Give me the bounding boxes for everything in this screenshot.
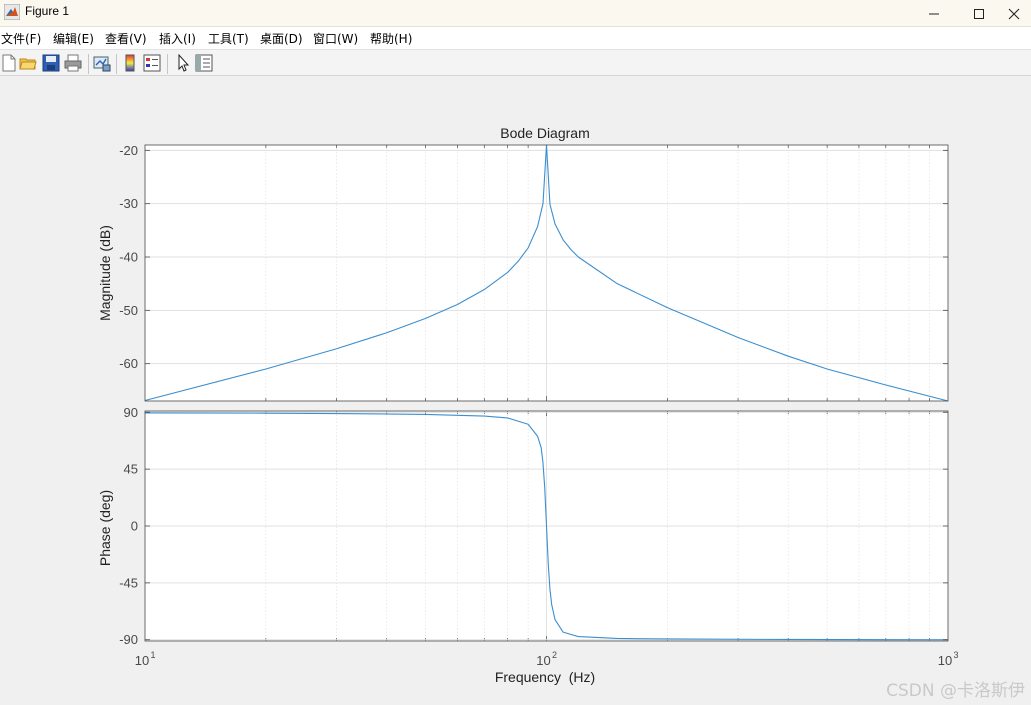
minimize-icon — [929, 13, 939, 14]
toolbar-separator — [167, 54, 168, 74]
open-file-icon[interactable] — [19, 54, 37, 72]
frequency-x-tick-exponent: 3 — [953, 650, 958, 660]
frequency-x-tick-exponent: 2 — [552, 650, 557, 660]
phase-ylabel: Phase (deg) — [97, 490, 113, 566]
close-button[interactable] — [991, 0, 1031, 27]
title-bar: Figure 1 — [0, 0, 1031, 27]
link-plot-icon[interactable] — [93, 54, 111, 72]
magnitude-axes: -20 -30 -40 -50 -60 Magnitude (dB) — [97, 143, 949, 402]
magnitude-y-tick-label: -30 — [119, 196, 138, 211]
insert-colorbar-icon[interactable] — [121, 54, 139, 72]
menu-edit[interactable]: 编辑(E) — [53, 30, 94, 47]
frequency-x-tick-label: 10 — [938, 653, 952, 668]
magnitude-y-tick-label: -60 — [119, 356, 138, 371]
minimize-button[interactable] — [911, 0, 957, 27]
menu-bar: 文件(F) 编辑(E) 查看(V) 插入(I) 工具(T) 桌面(D) 窗口(W… — [0, 27, 1031, 49]
magnitude-y-tick-label: -40 — [119, 250, 138, 265]
magnitude-y-tick-label: -20 — [119, 143, 138, 158]
frequency-x-tick-label: 10 — [135, 653, 149, 668]
property-inspector-icon[interactable] — [195, 54, 213, 72]
toolbar-separator — [116, 54, 117, 74]
frequency-x-tick-label: 10 — [536, 653, 550, 668]
save-icon[interactable] — [42, 54, 60, 72]
phase-y-tick-label: 90 — [124, 405, 138, 420]
edit-plot-pointer-icon[interactable] — [174, 54, 192, 72]
menu-view[interactable]: 查看(V) — [105, 30, 147, 47]
phase-y-tick-label: -45 — [119, 575, 138, 590]
menu-help[interactable]: 帮助(H) — [370, 30, 412, 47]
phase-y-tick-label: 0 — [131, 519, 138, 534]
maximize-icon — [974, 8, 984, 19]
phase-axes: 90450-45-90 10 1 10 2 10 3 Phase (deg) Freque… — [97, 405, 959, 685]
print-icon[interactable] — [64, 54, 82, 72]
watermark: CSDN @卡洛斯伊 — [886, 681, 1025, 701]
toolbar-separator — [88, 54, 89, 74]
toolbar — [0, 49, 1031, 76]
magnitude-ylabel: Magnitude (dB) — [97, 225, 113, 321]
magnitude-y-tick-label: -50 — [119, 303, 138, 318]
figure-canvas: Bode Diagram -20 -30 -40 -50 -60 Magnitude (… — [0, 76, 1031, 705]
menu-file[interactable]: 文件(F) — [1, 30, 41, 47]
bode-plot: Bode Diagram -20 -30 -40 -50 -60 Magnitude (… — [97, 125, 959, 685]
close-icon — [1008, 8, 1020, 19]
menu-desktop[interactable]: 桌面(D) — [260, 30, 303, 47]
frequency-x-tick-exponent: 1 — [150, 650, 155, 660]
phase-y-tick-label: 45 — [124, 462, 138, 477]
insert-legend-icon[interactable] — [143, 54, 161, 72]
phase-y-tick-label: -90 — [119, 632, 138, 647]
matlab-logo-icon — [4, 4, 20, 20]
menu-tools[interactable]: 工具(T) — [208, 30, 249, 47]
frequency-xlabel: Frequency (Hz) — [495, 669, 595, 685]
window-title: Figure 1 — [25, 4, 70, 18]
menu-insert[interactable]: 插入(I) — [159, 30, 196, 47]
menu-window[interactable]: 窗口(W) — [313, 30, 358, 47]
chart-title: Bode Diagram — [500, 125, 590, 141]
frequency-x-ticks: 10 1 10 2 10 3 — [135, 650, 959, 668]
new-figure-icon[interactable] — [0, 54, 18, 72]
